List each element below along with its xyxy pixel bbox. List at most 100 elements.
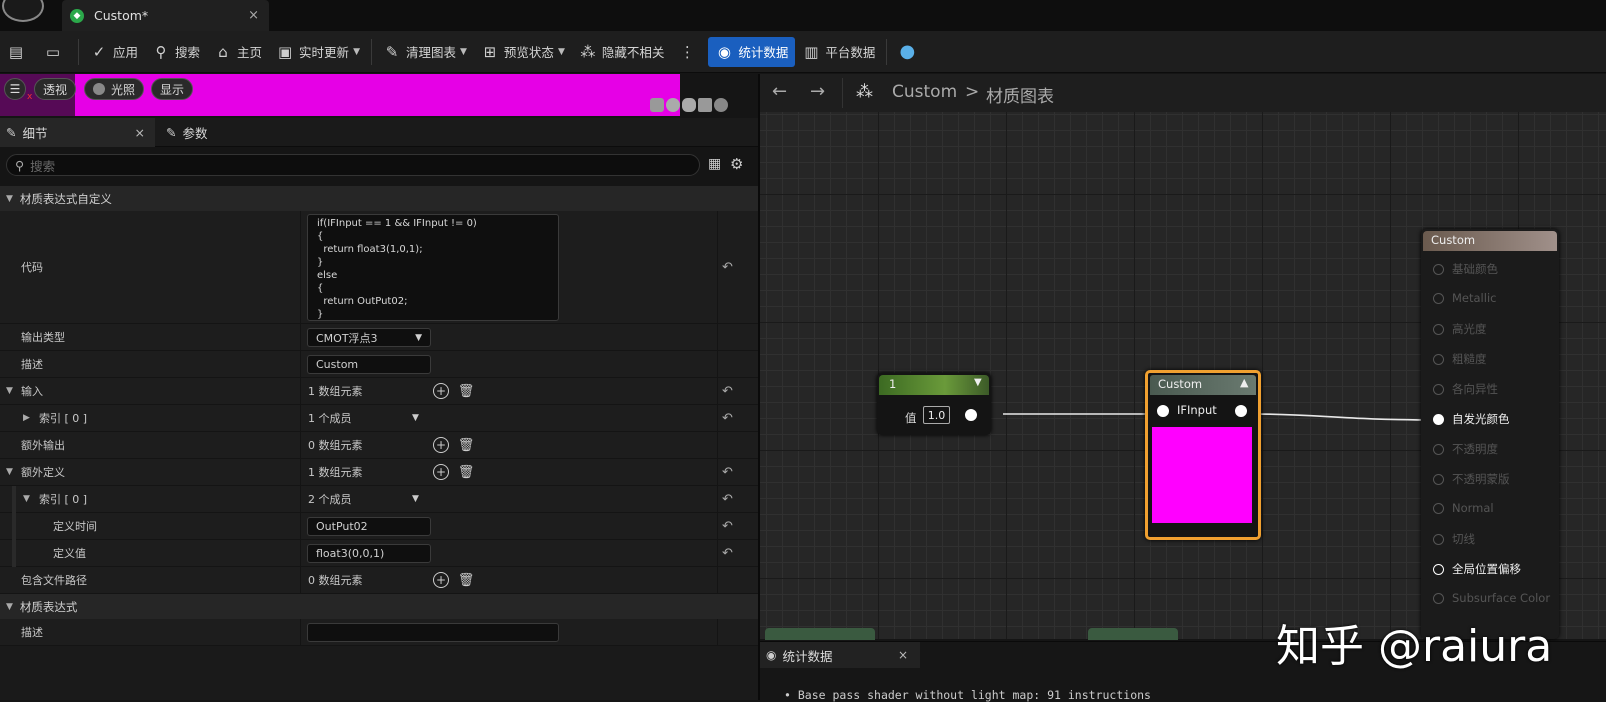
tab-parameters[interactable]: ✎ 参数 bbox=[160, 118, 208, 147]
indent-guide bbox=[12, 540, 16, 567]
code-editor[interactable]: if(IFInput == 1 && IFInput != 0) { return… bbox=[307, 214, 559, 321]
pencil-icon: ✎ bbox=[166, 125, 177, 140]
material-globe-button[interactable]: ● bbox=[891, 37, 928, 67]
output-pin-emissive[interactable]: 自发光颜色 bbox=[1433, 411, 1510, 427]
preview-state-button[interactable]: ⊞ 预览状态 ▼ bbox=[474, 37, 572, 67]
define-index-row[interactable]: ▼ 索引 [ 0 ] 2 个成员 ▼ ↶ bbox=[0, 486, 758, 513]
reset-icon[interactable]: ↶ bbox=[722, 211, 733, 323]
output-pin-tangent[interactable]: 切线 bbox=[1433, 531, 1475, 547]
live-update-button[interactable]: ▣ 实时更新 ▼ bbox=[269, 37, 367, 67]
reset-icon[interactable]: ↶ bbox=[722, 378, 733, 404]
trash-icon[interactable]: 🗑 bbox=[458, 572, 475, 588]
description-field[interactable]: Custom bbox=[307, 355, 431, 374]
output-pin[interactable] bbox=[1235, 405, 1247, 417]
stats-button[interactable]: ◉ 统计数据 bbox=[708, 36, 796, 67]
output-pin-anisotropy[interactable]: 各向异性 bbox=[1433, 381, 1498, 397]
gear-icon[interactable]: ⚙ bbox=[730, 155, 743, 173]
output-pin-subsurface-color[interactable]: Subsurface Color bbox=[1433, 591, 1550, 605]
viewport-menu-icon[interactable]: ☰ bbox=[4, 78, 26, 100]
lit-button[interactable]: 光照 bbox=[84, 78, 145, 100]
show-button[interactable]: 显示 bbox=[151, 78, 194, 100]
index-label: 索引 [ 0 ] bbox=[39, 412, 88, 425]
reset-icon[interactable]: ↶ bbox=[722, 405, 733, 431]
clean-graph-label: 清理图表 bbox=[405, 45, 456, 60]
reset-icon[interactable]: ↶ bbox=[722, 513, 733, 539]
output-type-dropdown[interactable]: CMOT浮点3 ▼ bbox=[307, 328, 431, 347]
index-value: 1 个成员 bbox=[308, 412, 352, 425]
tab-custom[interactable]: ◆ Custom* × bbox=[62, 0, 269, 31]
home-label: 主页 bbox=[237, 45, 263, 60]
chevron-down-icon[interactable]: ▼ bbox=[412, 413, 419, 423]
collapse-icon[interactable]: ▼ bbox=[6, 386, 13, 396]
extra-defines-row[interactable]: ▼ 额外定义 1 数组元素 + 🗑 ↶ bbox=[0, 459, 758, 486]
collapse-icon[interactable]: ▼ bbox=[23, 494, 30, 504]
output-pin-normal[interactable]: Normal bbox=[1433, 501, 1494, 515]
sphere-icon[interactable] bbox=[666, 98, 680, 112]
input-pin[interactable] bbox=[1157, 405, 1169, 417]
section-custom-expression[interactable]: ▼ 材质表达式自定义 bbox=[0, 186, 758, 211]
details-search-input[interactable]: ⚲ 搜索 bbox=[6, 154, 700, 176]
reset-icon[interactable]: ↶ bbox=[722, 540, 733, 566]
tab-details[interactable]: ✎ 细节 × bbox=[0, 118, 155, 147]
plane-icon[interactable] bbox=[682, 98, 696, 112]
define-value-field[interactable]: float3(0,0,1) bbox=[307, 544, 431, 563]
divider bbox=[717, 378, 718, 404]
reset-icon[interactable]: ↶ bbox=[722, 459, 733, 485]
output-pin-opacity[interactable]: 不透明度 bbox=[1433, 441, 1498, 457]
trash-icon[interactable]: 🗑 bbox=[458, 383, 475, 399]
browse-button[interactable]: ▭ bbox=[37, 37, 74, 67]
home-button[interactable]: ⌂ 主页 bbox=[207, 37, 269, 67]
add-element-icon[interactable]: + bbox=[433, 383, 449, 399]
search-button[interactable]: ⚲ 搜索 bbox=[145, 37, 207, 67]
output-pin-opacity-mask[interactable]: 不透明蒙版 bbox=[1433, 471, 1510, 487]
input-index-row[interactable]: ▶ 索引 [ 0 ] 1 个成员 ▼ ↶ bbox=[0, 405, 758, 432]
chevron-down-icon[interactable]: ▼ bbox=[412, 494, 419, 504]
add-element-icon[interactable]: + bbox=[433, 572, 449, 588]
lit-icon bbox=[93, 83, 105, 95]
hide-unrelated-label: 隐藏不相关 bbox=[601, 45, 665, 60]
stats-tab[interactable]: ◉ 统计数据 × bbox=[760, 642, 920, 668]
cube-icon[interactable] bbox=[698, 98, 712, 112]
perspective-button[interactable]: 透视 bbox=[34, 78, 77, 100]
section-material-expression[interactable]: ▼ 材质表达式 bbox=[0, 594, 758, 619]
reset-icon[interactable]: ↶ bbox=[722, 486, 733, 512]
collapse-icon[interactable]: ▼ bbox=[6, 467, 13, 477]
expression-description-field[interactable] bbox=[307, 623, 559, 642]
collapse-icon[interactable]: ▲ bbox=[1240, 376, 1248, 389]
expand-icon[interactable]: ▶ bbox=[23, 413, 30, 423]
more-menu-button[interactable]: ⋮ bbox=[671, 37, 708, 67]
more-vertical-icon: ⋮ bbox=[679, 42, 695, 61]
define-value-row: 定义值 float3(0,0,1) ↶ bbox=[0, 540, 758, 567]
teapot-icon[interactable] bbox=[714, 98, 728, 112]
output-pin-roughness[interactable]: 粗糙度 bbox=[1433, 351, 1487, 367]
close-icon[interactable]: × bbox=[898, 648, 908, 662]
clean-graph-button[interactable]: ✎ 清理图表 ▼ bbox=[376, 37, 474, 67]
close-icon[interactable]: × bbox=[135, 125, 145, 140]
hide-unrelated-button[interactable]: ⁂ 隐藏不相关 bbox=[572, 37, 672, 67]
section-title: 材质表达式 bbox=[19, 599, 78, 614]
partial-node[interactable] bbox=[765, 628, 875, 640]
define-name-field[interactable]: OutPut02 bbox=[307, 517, 431, 536]
add-element-icon[interactable]: + bbox=[433, 464, 449, 480]
pin-icon bbox=[1433, 323, 1444, 335]
output-pin-specular[interactable]: 高光度 bbox=[1433, 321, 1487, 337]
unreal-logo-icon[interactable] bbox=[2, 0, 44, 22]
output-pin-base-color[interactable]: 基础颜色 bbox=[1433, 261, 1498, 277]
indent-guide bbox=[12, 486, 16, 513]
trash-icon[interactable]: 🗑 bbox=[458, 437, 475, 453]
custom-node[interactable]: Custom ▲ IFInput bbox=[1145, 370, 1261, 540]
trash-icon[interactable]: 🗑 bbox=[458, 464, 475, 480]
inputs-row[interactable]: ▼ 输入 1 数组元素 + 🗑 ↶ bbox=[0, 378, 758, 405]
platform-stats-button[interactable]: ▥ 平台数据 bbox=[795, 37, 882, 67]
output-pin-metallic[interactable]: Metallic bbox=[1433, 291, 1496, 305]
chevron-down-icon: ▼ bbox=[460, 46, 467, 57]
partial-node[interactable] bbox=[1088, 628, 1178, 640]
apply-button[interactable]: ✓ 应用 bbox=[83, 37, 145, 67]
cylinder-icon[interactable] bbox=[650, 98, 664, 112]
add-element-icon[interactable]: + bbox=[433, 437, 449, 453]
output-pin-world-position-offset[interactable]: 全局位置偏移 bbox=[1433, 561, 1521, 577]
save-button[interactable]: ▤ bbox=[0, 37, 37, 67]
close-icon[interactable]: × bbox=[248, 8, 259, 23]
table-view-icon[interactable]: ▦ bbox=[708, 156, 721, 172]
code-line: } bbox=[317, 309, 324, 320]
